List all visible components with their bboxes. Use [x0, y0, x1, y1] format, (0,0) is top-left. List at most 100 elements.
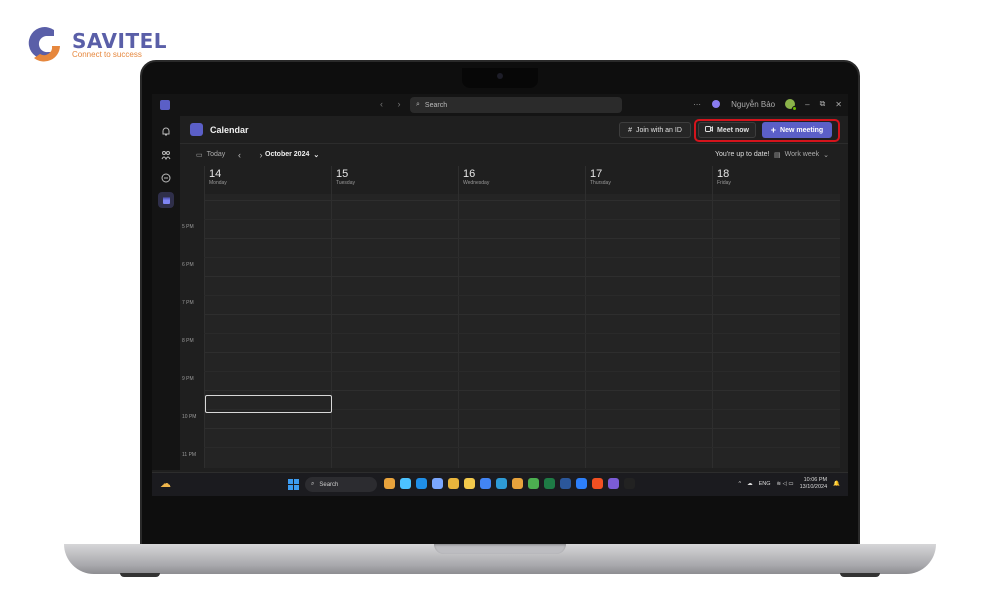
join-with-id-button[interactable]: # Join with an ID — [619, 122, 691, 138]
hour-line — [204, 238, 840, 239]
day-name: Tuesday — [336, 180, 355, 186]
day-number: 16 — [463, 168, 476, 180]
teams-search-input[interactable]: ⌕ Search — [410, 97, 622, 113]
day-header[interactable]: 14 Monday — [204, 166, 331, 194]
clock[interactable]: 10:06 PM 13/10/2024 — [800, 477, 828, 491]
more-options-icon[interactable]: ··· — [693, 100, 701, 109]
hour-line — [204, 390, 840, 391]
minimize-button[interactable]: – — [805, 100, 809, 109]
teams-people-icon[interactable] — [158, 147, 174, 163]
hash-icon: # — [628, 126, 632, 134]
view-selector[interactable]: ▤ Work week ⌄ — [774, 151, 829, 159]
start-icon[interactable] — [288, 479, 299, 490]
taskbar-app-icon[interactable] — [464, 478, 475, 489]
half-hour-line — [204, 219, 840, 220]
day-name: Friday — [717, 180, 731, 186]
language-indicator[interactable]: ENG — [759, 481, 771, 487]
savitel-logo-icon — [22, 22, 66, 66]
calendar-rail-icon[interactable] — [158, 192, 174, 208]
chevron-down-icon: ⌄ — [313, 152, 320, 159]
taskbar-app-icon[interactable] — [448, 478, 459, 489]
day-column[interactable] — [331, 194, 458, 468]
half-hour-line — [204, 295, 840, 296]
calendar-main: Calendar # Join with an ID Meet now + Ne… — [180, 116, 848, 470]
weather-icon[interactable]: ☁ — [160, 477, 174, 491]
day-header[interactable]: 15 Tuesday — [331, 166, 458, 194]
page-title: Calendar — [210, 125, 249, 135]
taskbar-app-icon[interactable] — [608, 478, 619, 489]
avatar[interactable] — [785, 99, 798, 111]
day-number: 15 — [336, 168, 349, 180]
wifi-volume-battery-icon[interactable]: ≋ ◁ ▭ — [777, 481, 794, 487]
time-label: 11 PM — [182, 452, 197, 458]
teams-titlebar: ‹ › ⌕ Search ··· Nguyễn Bảo – ⧉ ✕ — [152, 94, 848, 116]
time-label: 10 PM — [182, 414, 197, 420]
taskbar-app-icon[interactable] — [528, 478, 539, 489]
restore-button[interactable]: ⧉ — [820, 99, 826, 109]
activity-bell-icon[interactable] — [158, 124, 174, 140]
taskbar-app-icon[interactable] — [416, 478, 427, 489]
hour-line — [204, 352, 840, 353]
week-grid[interactable] — [204, 194, 840, 468]
taskbar-app-icon[interactable] — [432, 478, 443, 489]
half-hour-line — [204, 371, 840, 372]
calendar-toolbar: ▭ Today ‹ › October 2024 ⌄ You're up to … — [180, 144, 848, 166]
user-name[interactable]: Nguyễn Bảo — [731, 100, 775, 109]
join-label: Join with an ID — [635, 126, 682, 134]
month-picker[interactable]: October 2024 ⌄ — [265, 151, 319, 159]
time-label: 9 PM — [182, 376, 194, 382]
meet-now-button[interactable]: Meet now — [698, 122, 756, 138]
day-headers: 14 Monday 15 Tuesday 16 Wednesday 17 Thu… — [204, 166, 840, 194]
chevron-up-icon[interactable]: ^ — [739, 481, 742, 487]
taskbar-app-icon[interactable] — [480, 478, 491, 489]
day-header[interactable]: 16 Wednesday — [458, 166, 585, 194]
laptop-foot-right — [840, 573, 880, 577]
notification-icon[interactable]: 🔔 — [833, 481, 840, 487]
search-icon: ⌕ — [311, 481, 315, 487]
close-button[interactable]: ✕ — [835, 100, 842, 109]
taskbar-app-icon[interactable] — [384, 478, 395, 489]
taskbar-app-icon[interactable] — [496, 478, 507, 489]
day-header[interactable]: 17 Thursday — [585, 166, 712, 194]
month-label: October 2024 — [265, 151, 310, 158]
taskbar-app-icon[interactable] — [544, 478, 555, 489]
savitel-logo: SAVITEL Connect to success — [22, 22, 167, 66]
taskbar-app-icon[interactable] — [560, 478, 571, 489]
search-placeholder: Search — [424, 101, 448, 109]
day-name: Wednesday — [463, 180, 490, 186]
camera-icon — [497, 73, 503, 79]
taskbar-search[interactable]: ⌕ Search — [305, 477, 377, 492]
sync-status: You're up to date! — [715, 151, 770, 158]
teams-logo-icon — [160, 100, 170, 110]
today-label: Today — [206, 151, 226, 158]
day-column[interactable] — [712, 194, 839, 468]
titlebar-controls: ··· Nguyễn Bảo – ⧉ ✕ — [693, 99, 842, 111]
taskbar-app-icon[interactable] — [512, 478, 523, 489]
calendar-icon — [190, 123, 203, 136]
taskbar-app-icon[interactable] — [624, 478, 635, 489]
chevron-down-icon: ⌄ — [823, 152, 829, 159]
copilot-icon[interactable] — [711, 99, 721, 109]
today-button[interactable]: ▭ Today — [196, 151, 225, 159]
search-icon: ⌕ — [416, 101, 420, 108]
day-column[interactable] — [585, 194, 712, 468]
chat-icon[interactable] — [158, 170, 174, 186]
day-column[interactable] — [458, 194, 585, 468]
taskbar-app-icon[interactable] — [400, 478, 411, 489]
video-camera-icon — [705, 126, 714, 134]
taskbar-app-icon[interactable] — [592, 478, 603, 489]
hour-line — [204, 428, 840, 429]
cloud-icon[interactable]: ☁ — [747, 481, 753, 487]
new-meeting-button[interactable]: + New meeting — [762, 122, 832, 138]
calendar-header: Calendar # Join with an ID Meet now + Ne… — [180, 116, 848, 144]
history-nav[interactable]: ‹ › — [380, 99, 407, 109]
day-name: Monday — [209, 180, 227, 186]
today-icon: ▭ — [196, 152, 203, 159]
presence-icon — [792, 106, 798, 111]
selected-time-slot[interactable] — [205, 395, 332, 413]
day-header[interactable]: 18 Friday — [712, 166, 839, 194]
day-column[interactable] — [204, 194, 331, 468]
taskbar-app-icon[interactable] — [576, 478, 587, 489]
laptop-screen: ‹ › ⌕ Search ··· Nguyễn Bảo – ⧉ ✕ Calend… — [152, 94, 848, 496]
time-label: 5 PM — [182, 224, 194, 230]
